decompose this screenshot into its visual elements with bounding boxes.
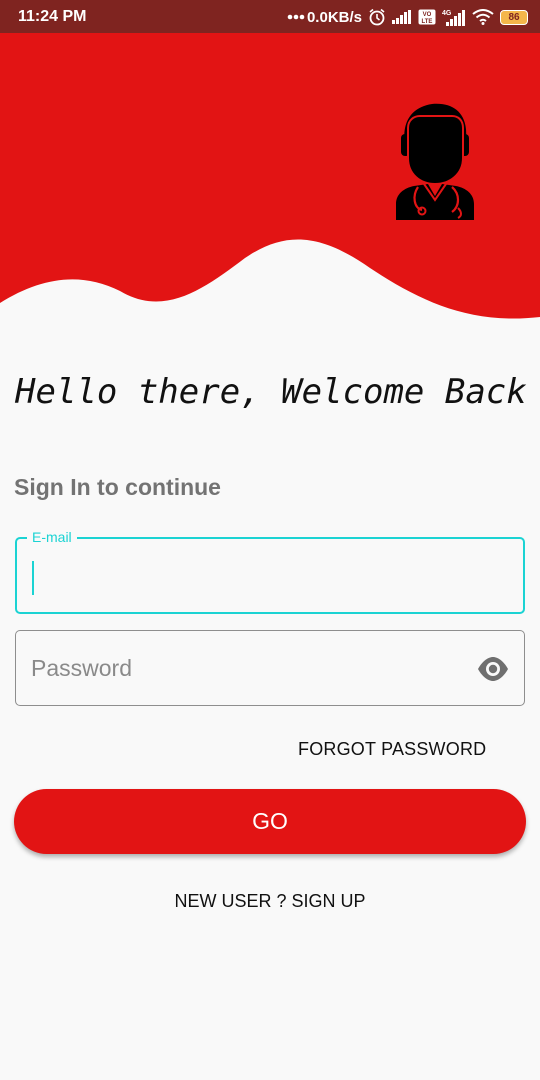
battery-level: 86	[508, 11, 520, 23]
svg-text:4G: 4G	[442, 10, 452, 17]
password-field[interactable]: Password	[15, 630, 525, 706]
svg-text:VO: VO	[423, 12, 432, 18]
forgot-password-link[interactable]: FORGOT PASSWORD	[298, 739, 486, 760]
email-field[interactable]: E-mail	[15, 529, 525, 614]
text-caret	[32, 561, 34, 595]
status-time: 11:24 PM	[18, 8, 87, 25]
eye-icon[interactable]	[477, 656, 509, 682]
doctor-icon	[396, 103, 474, 220]
wifi-icon	[472, 9, 494, 25]
status-icons: 0.0KB/s VO LTE 4G 86	[287, 6, 528, 28]
email-label: E-mail	[27, 529, 77, 545]
welcome-heading: Hello there, Welcome Back	[15, 372, 527, 412]
4g-signal-icon: 4G	[442, 10, 465, 26]
signin-subtitle: Sign In to continue	[14, 474, 221, 500]
signup-link[interactable]: NEW USER ? SIGN UP	[0, 891, 540, 912]
volte-icon: VO LTE	[418, 9, 436, 25]
more-dots-icon	[287, 14, 305, 20]
status-bar: 11:24 PM 0.0KB/s VO LTE 4G 86	[0, 0, 540, 33]
signal-icon	[392, 10, 411, 24]
battery-icon: 86	[500, 9, 528, 25]
alarm-icon	[369, 8, 385, 26]
go-button[interactable]: GO	[14, 789, 526, 854]
password-placeholder: Password	[31, 655, 132, 681]
network-speed: 0.0KB/s	[306, 8, 362, 26]
svg-text:LTE: LTE	[422, 19, 433, 25]
